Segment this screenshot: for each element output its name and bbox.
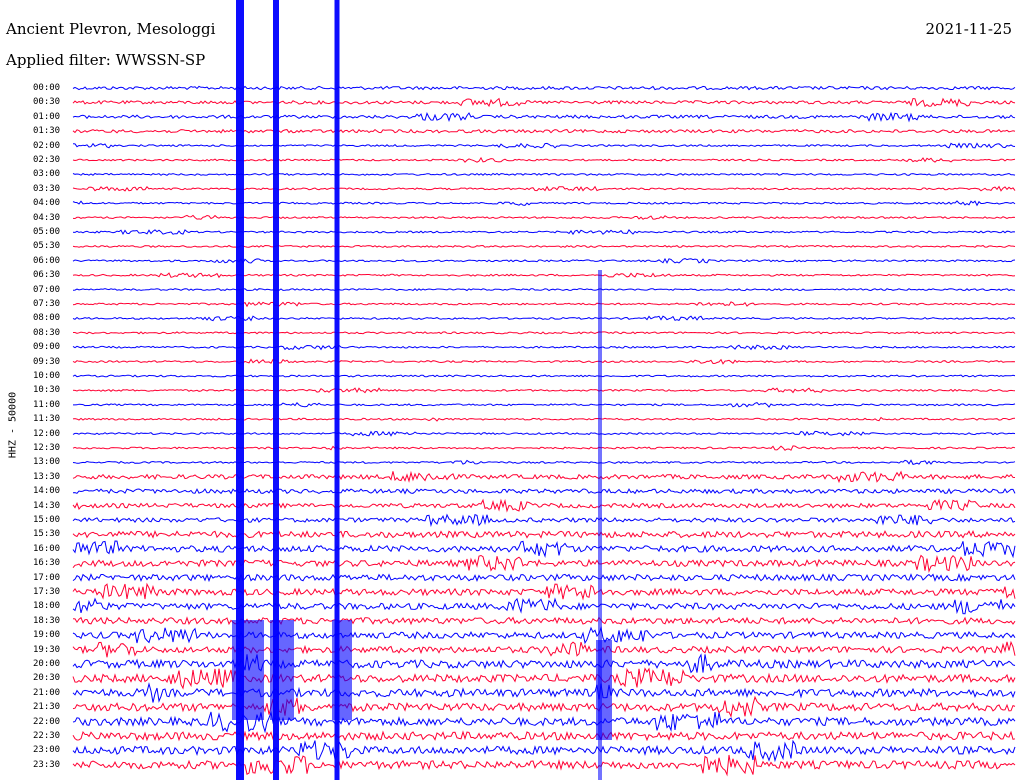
seismic-trace (72, 387, 1016, 394)
seismic-trace (72, 554, 1016, 574)
seismic-trace (72, 597, 1016, 615)
seismic-trace (72, 640, 1016, 658)
seismic-trace (72, 358, 1016, 365)
seismic-trace (72, 626, 1016, 645)
seismic-trace (72, 301, 1016, 308)
seismic-trace (72, 344, 1016, 351)
event-coda (232, 620, 264, 720)
seismic-trace (72, 142, 1016, 149)
seismic-trace (72, 85, 1016, 91)
seismic-trace (72, 244, 1016, 248)
seismic-trace (72, 667, 1016, 690)
event-coda (270, 620, 294, 720)
seismic-trace (72, 416, 1016, 422)
seismic-trace (72, 730, 1016, 742)
seismic-trace (72, 257, 1016, 264)
seismic-trace (72, 498, 1016, 513)
seismic-trace (73, 331, 1016, 335)
seismic-trace (72, 573, 1016, 583)
seismic-trace (72, 288, 1016, 292)
seismic-trace (72, 128, 1016, 134)
helicorder-plot (72, 0, 1016, 780)
seismic-trace (72, 470, 1016, 484)
seismic-trace (72, 653, 1016, 674)
seismic-trace (72, 430, 1016, 437)
seismic-trace (72, 540, 1016, 559)
seismic-trace (72, 529, 1016, 539)
seismic-trace (72, 156, 1016, 163)
seismic-trace (72, 97, 1016, 108)
seismic-trace (72, 214, 1016, 220)
seismic-trace (72, 739, 1016, 763)
seismic-trace (72, 272, 1016, 279)
seismic-trace (72, 172, 1016, 176)
seismic-trace (72, 616, 1016, 626)
seismic-trace (72, 513, 1016, 528)
seismic-trace (72, 754, 1016, 777)
seismic-trace (72, 582, 1016, 601)
seismic-trace (72, 200, 1016, 207)
seismic-trace (72, 374, 1016, 378)
seismic-trace (72, 695, 1016, 718)
seismic-trace (72, 229, 1016, 236)
seismic-trace (72, 682, 1016, 703)
seismic-trace (72, 445, 1016, 451)
seismic-trace (72, 111, 1016, 123)
seismic-trace (72, 487, 1016, 495)
seismic-trace (72, 710, 1016, 734)
seismic-trace (72, 459, 1016, 465)
seismic-trace (73, 402, 1016, 408)
seismic-trace (72, 185, 1016, 192)
seismic-trace (72, 315, 1016, 322)
event-coda (596, 640, 612, 740)
event-coda (332, 620, 352, 720)
